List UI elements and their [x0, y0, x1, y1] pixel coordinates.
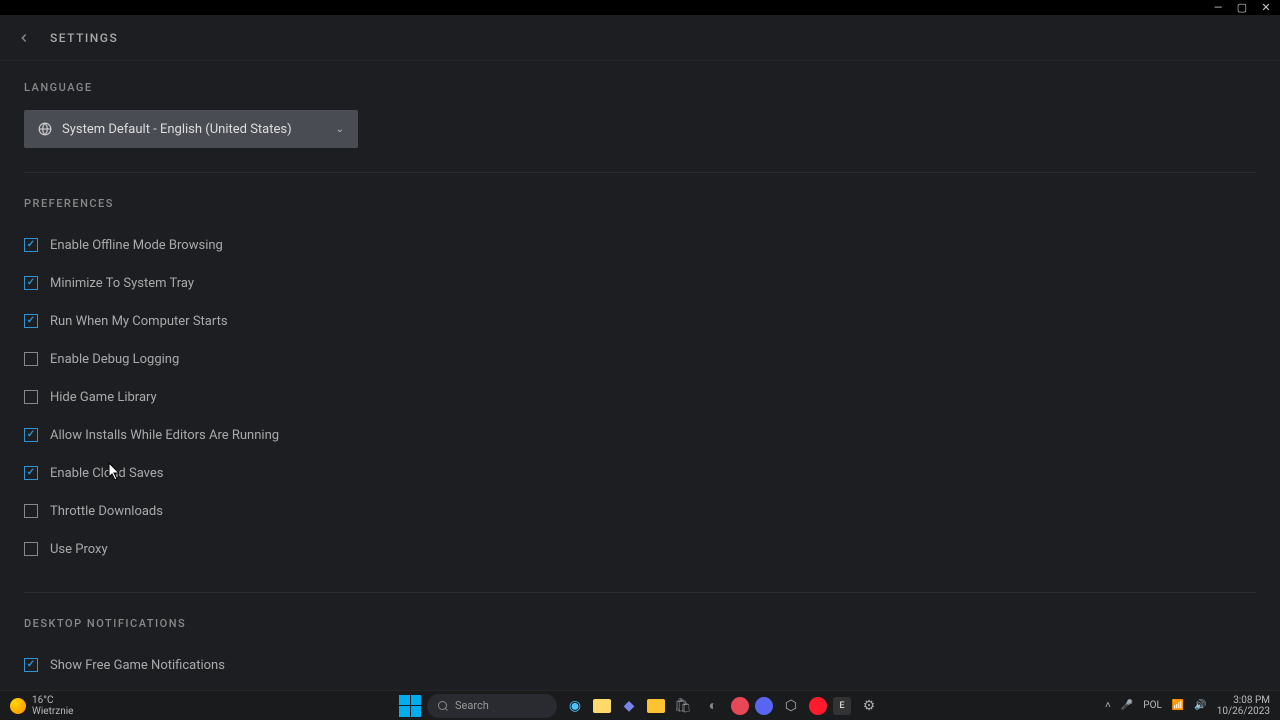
preference-row[interactable]: Use Proxy — [24, 530, 1256, 568]
taskbar-app-2[interactable]: ⬡ — [779, 694, 803, 718]
taskbar-search[interactable]: Search — [427, 694, 557, 718]
close-button[interactable]: ✕ — [1260, 2, 1272, 14]
preference-checkbox[interactable] — [24, 238, 38, 252]
minimize-button[interactable]: — — [1212, 2, 1224, 14]
taskbar-app-chat[interactable]: ◆ — [617, 694, 641, 718]
language-dropdown[interactable]: System Default - English (United States)… — [24, 110, 358, 148]
search-placeholder: Search — [455, 699, 489, 712]
preference-label: Enable Offline Mode Browsing — [50, 238, 223, 253]
preferences-section-title: PREFERENCES — [24, 197, 1256, 210]
preference-row[interactable]: Enable Cloud Saves — [24, 454, 1256, 492]
preference-checkbox[interactable] — [24, 504, 38, 518]
taskbar-app-1[interactable] — [731, 697, 749, 715]
preference-row[interactable]: Allow Installs While Editors Are Running — [24, 416, 1256, 454]
window-titlebar: — ▢ ✕ — [0, 0, 1280, 15]
start-button[interactable] — [399, 695, 421, 717]
preference-row[interactable]: Throttle Downloads — [24, 492, 1256, 530]
preference-checkbox[interactable] — [24, 276, 38, 290]
preference-label: Throttle Downloads — [50, 504, 163, 519]
preference-row[interactable]: Run When My Computer Starts — [24, 302, 1256, 340]
preference-label: Enable Debug Logging — [50, 352, 179, 367]
weather-icon — [10, 698, 26, 714]
notifications-section-title: DESKTOP NOTIFICATIONS — [24, 617, 1256, 630]
language-selected: System Default - English (United States) — [62, 122, 336, 137]
language-section-title: LANGUAGE — [24, 81, 1256, 94]
taskbar-app-discord[interactable] — [755, 697, 773, 715]
taskbar-app-settings[interactable]: ⚙ — [857, 694, 881, 718]
preference-label: Minimize To System Tray — [50, 276, 194, 291]
search-icon — [437, 700, 449, 712]
preference-label: Hide Game Library — [50, 390, 157, 405]
settings-header: SETTINGS — [0, 15, 1280, 61]
globe-icon — [38, 122, 52, 136]
settings-content: LANGUAGE System Default - English (Unite… — [0, 61, 1280, 690]
taskbar-app-folder[interactable] — [647, 699, 665, 713]
back-button[interactable] — [14, 28, 34, 48]
preference-row[interactable]: Enable Offline Mode Browsing — [24, 226, 1256, 264]
taskbar-app-steam[interactable]: ◐ — [701, 694, 725, 718]
preference-checkbox[interactable] — [24, 542, 38, 556]
taskbar: 16°C Wietrznie Search ◉ ◆ 🛍 ◐ ⬡ E ⚙ ˄ 🎤 … — [0, 690, 1280, 720]
chevron-down-icon: ⌄ — [336, 124, 344, 135]
tray-wifi-icon[interactable]: 📶 — [1172, 700, 1184, 711]
tray-date: 10/26/2023 — [1217, 706, 1270, 717]
notification-label: Show Free Game Notifications — [50, 658, 225, 673]
taskbar-app-store[interactable]: 🛍 — [671, 694, 695, 718]
tray-volume-icon[interactable]: 🔊 — [1194, 700, 1206, 711]
notification-checkbox[interactable] — [24, 658, 38, 672]
preference-label: Enable Cloud Saves — [50, 466, 164, 481]
preference-checkbox[interactable] — [24, 390, 38, 404]
weather-temp: 16°C — [32, 695, 73, 706]
tray-mic-icon[interactable]: 🎤 — [1121, 700, 1133, 711]
taskbar-app-opera[interactable] — [809, 697, 827, 715]
weather-widget[interactable]: 16°C Wietrznie — [0, 695, 73, 717]
taskbar-app-explorer[interactable] — [593, 699, 611, 713]
chevron-left-icon — [17, 31, 31, 45]
tray-lang[interactable]: POL — [1143, 700, 1162, 711]
tray-time: 3:08 PM — [1233, 695, 1270, 706]
preference-row[interactable]: Enable Debug Logging — [24, 340, 1256, 378]
tray-chevron-up-icon[interactable]: ˄ — [1105, 700, 1111, 711]
preference-row[interactable]: Minimize To System Tray — [24, 264, 1256, 302]
preference-row[interactable]: Hide Game Library — [24, 378, 1256, 416]
preference-checkbox[interactable] — [24, 314, 38, 328]
preference-checkbox[interactable] — [24, 352, 38, 366]
preference-checkbox[interactable] — [24, 428, 38, 442]
maximize-button[interactable]: ▢ — [1236, 2, 1248, 14]
divider — [24, 592, 1256, 593]
tray-clock[interactable]: 3:08 PM 10/26/2023 — [1217, 695, 1270, 717]
preference-label: Run When My Computer Starts — [50, 314, 228, 329]
preference-label: Use Proxy — [50, 542, 108, 557]
taskbar-app-edge[interactable]: ◉ — [563, 694, 587, 718]
taskbar-app-epic[interactable]: E — [833, 697, 851, 715]
notification-row[interactable]: Show Free Game Notifications — [24, 646, 1256, 684]
preference-checkbox[interactable] — [24, 466, 38, 480]
preference-label: Allow Installs While Editors Are Running — [50, 428, 279, 443]
divider — [24, 172, 1256, 173]
page-title: SETTINGS — [50, 31, 118, 45]
weather-desc: Wietrznie — [32, 706, 73, 717]
